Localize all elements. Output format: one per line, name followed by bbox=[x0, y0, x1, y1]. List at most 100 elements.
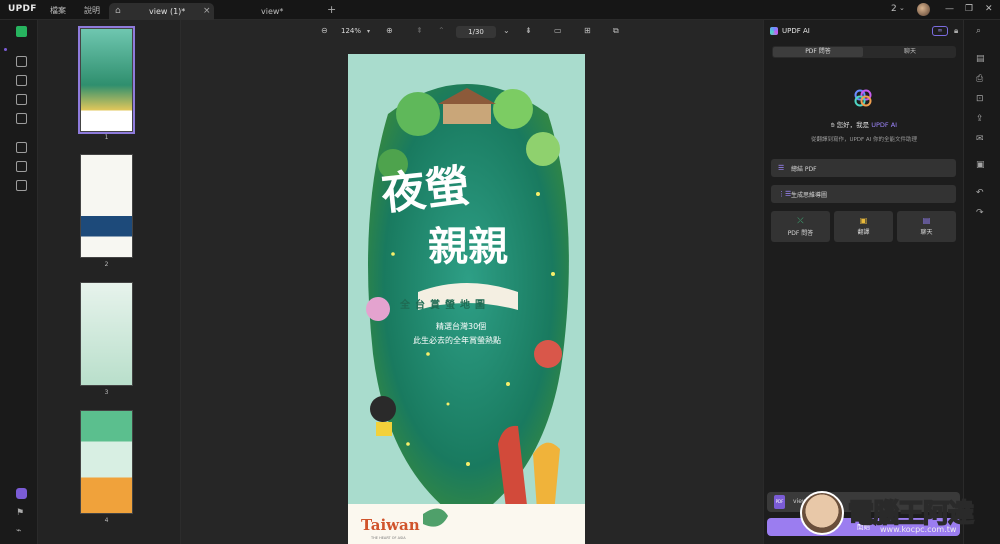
action-label: 生成思維導圖 bbox=[791, 192, 828, 199]
poster-subtitle-2: 此生必去的全年賞螢熱點 bbox=[413, 336, 501, 345]
tab-view-1[interactable]: ⌂ view (1)* × bbox=[109, 3, 214, 20]
poster-subtitle-1: 精選台灣30個 bbox=[436, 322, 487, 331]
comment-icon[interactable] bbox=[16, 56, 27, 67]
edit-icon[interactable] bbox=[16, 75, 27, 86]
tab-chat[interactable]: 聊天 bbox=[865, 47, 955, 57]
bookmark-icon[interactable]: ⚑ bbox=[16, 508, 24, 518]
tab-label: view (1)* bbox=[149, 7, 186, 16]
ai-greeting: ✋︎ 您好，我是 UPDF AI bbox=[764, 119, 964, 130]
title-bar: UPDF 檔案 說明 ⌂ view (1)* × view* + 2 ⌄ — ❐… bbox=[0, 0, 1000, 20]
updf-ai-logo-icon bbox=[770, 27, 778, 35]
poster-title-line-1: 夜螢 bbox=[379, 160, 472, 221]
watermark: 電腦王阿達 www.kocpc.com.tw bbox=[800, 487, 1000, 544]
left-tool-rail: ⚑ ⌁ bbox=[0, 20, 38, 544]
close-tab-icon[interactable]: × bbox=[203, 6, 211, 16]
ai-subtitle: 從翻譯到寫作，UPDF AI 你的全能文件助理 bbox=[810, 137, 918, 143]
greeting-name: UPDF AI bbox=[871, 121, 898, 129]
tab-view-2[interactable]: view* bbox=[218, 3, 323, 20]
document-viewer: ⊖ 124% ▾ ⊕ ⇞ ⌃ 1 / 30 ⌄ ⇟ ▭ ⊞ ⧉ 夜螢 親親 全台… bbox=[181, 20, 763, 544]
poster-banner: 全台賞螢地圖 bbox=[400, 300, 490, 311]
chat-icon: ▤ bbox=[922, 216, 931, 225]
card-label: PDF 問答 bbox=[787, 230, 814, 237]
avatar[interactable] bbox=[917, 3, 930, 16]
save-icon[interactable]: ▣ bbox=[976, 160, 985, 170]
compare-icon[interactable]: ⧉ bbox=[613, 26, 619, 36]
convert-pdf-icon[interactable]: ⎙ bbox=[976, 74, 983, 84]
active-dot bbox=[4, 48, 7, 51]
view-toolbar: ⊖ 124% ▾ ⊕ ⇞ ⌃ 1 / 30 ⌄ ⇟ ▭ ⊞ ⧉ bbox=[181, 20, 763, 44]
page-indicator[interactable]: 1 / 30 bbox=[456, 26, 496, 38]
list-icon: ☰ bbox=[778, 164, 785, 172]
share-icon[interactable]: ⇪ bbox=[976, 114, 984, 124]
chat-card[interactable]: ▤ 聊天 bbox=[897, 211, 956, 242]
next-page-icon[interactable]: ⌄ bbox=[503, 26, 510, 35]
thumbnail-page-1[interactable] bbox=[78, 26, 135, 134]
translate-card[interactable]: ▣ 翻譯 bbox=[834, 211, 893, 242]
updf-ai-mark-icon bbox=[854, 89, 872, 107]
form-icon[interactable] bbox=[16, 113, 27, 124]
ai-mode-switch: PDF 問答 聊天 bbox=[772, 46, 956, 58]
ocr-icon[interactable]: ▤ bbox=[976, 54, 985, 64]
page-tools-icon[interactable] bbox=[16, 94, 27, 105]
tab-label: view* bbox=[261, 7, 284, 16]
home-icon[interactable]: ⌂ bbox=[115, 6, 121, 16]
organize-icon[interactable] bbox=[16, 180, 27, 191]
page-layout-icon[interactable]: ⊞ bbox=[584, 26, 591, 35]
app-logo: UPDF bbox=[8, 4, 37, 14]
new-tab-button[interactable]: + bbox=[327, 3, 336, 16]
pdf-qa-card[interactable]: ⤫ PDF 問答 bbox=[771, 211, 830, 242]
wave-icon: ✋︎ bbox=[830, 121, 835, 129]
thumbnail-page-2[interactable] bbox=[80, 154, 133, 258]
card-label: 聊天 bbox=[920, 229, 933, 236]
zoom-out-icon[interactable]: ⊖ bbox=[321, 26, 328, 35]
restore-icon[interactable]: ❐ bbox=[965, 4, 973, 14]
tab-pdf-qa[interactable]: PDF 問答 bbox=[773, 47, 863, 57]
first-page-icon[interactable]: ⇞ bbox=[416, 26, 423, 35]
watermark-avatar bbox=[800, 491, 844, 535]
ai-credits-button[interactable]: ∞ bbox=[932, 26, 948, 36]
poster-brand-tagline: THE HEART OF ASIA bbox=[371, 536, 406, 540]
pdf-page-1: 夜螢 親親 全台賞螢地圖 精選台灣30個 此生必去的全年賞螢熱點 Taiwan … bbox=[348, 54, 585, 544]
thumbnail-page-4[interactable] bbox=[80, 410, 133, 514]
zoom-in-icon[interactable]: ⊕ bbox=[386, 26, 393, 35]
presentation-icon[interactable]: ▭ bbox=[554, 26, 562, 35]
compress-icon[interactable]: ⊡ bbox=[976, 94, 984, 104]
chevron-down-icon[interactable]: ⌄ bbox=[899, 4, 905, 12]
undo-icon[interactable]: ↶ bbox=[976, 188, 984, 198]
thumbnail-number: 1 bbox=[104, 134, 109, 141]
pdf-file-icon: PDF bbox=[774, 495, 785, 509]
close-icon[interactable]: ✕ bbox=[985, 4, 993, 14]
page-total: 30 bbox=[474, 28, 484, 36]
ai-assistant-panel: UPDF AI ∞ 🔒︎ PDF 問答 聊天 ✋︎ 您好，我是 UPDF AI … bbox=[763, 20, 963, 544]
ai-panel-title: UPDF AI bbox=[782, 27, 810, 35]
greeting-prefix: 您好，我是 bbox=[836, 121, 870, 129]
menu-help[interactable]: 說明 bbox=[84, 5, 100, 16]
translate-icon: ▣ bbox=[859, 216, 868, 225]
action-label: 總結 PDF bbox=[791, 166, 817, 173]
convert-icon[interactable] bbox=[16, 161, 27, 172]
last-page-icon[interactable]: ⇟ bbox=[525, 26, 532, 35]
updf-window: UPDF 檔案 說明 ⌂ view (1)* × view* + 2 ⌄ — ❐… bbox=[0, 0, 1000, 544]
ai-icon[interactable] bbox=[16, 488, 27, 499]
minimize-icon[interactable]: — bbox=[945, 4, 954, 14]
reader-icon[interactable] bbox=[16, 26, 27, 37]
pdf-qa-icon: ⤫ bbox=[797, 216, 804, 225]
previous-page-icon[interactable]: ⌃ bbox=[438, 26, 445, 35]
watermark-url: www.kocpc.com.tw bbox=[880, 525, 957, 534]
thumbnail-pane: 1 2 3 4 bbox=[38, 20, 181, 544]
email-icon[interactable]: ✉ bbox=[976, 134, 984, 144]
thumbnail-page-3[interactable] bbox=[80, 282, 133, 386]
zoom-dropdown-icon[interactable]: ▾ bbox=[367, 28, 370, 35]
zoom-level[interactable]: 124% bbox=[341, 27, 361, 35]
search-icon[interactable]: ⌕ bbox=[976, 26, 981, 36]
summarize-pdf-button[interactable]: ☰ 總結 PDF bbox=[771, 159, 956, 177]
lock-icon[interactable]: 🔒︎ bbox=[954, 26, 958, 36]
page-count-badge[interactable]: 2 bbox=[891, 4, 897, 14]
protect-icon[interactable] bbox=[16, 142, 27, 153]
card-label: 翻譯 bbox=[857, 229, 870, 236]
thumbnail-number: 2 bbox=[104, 261, 109, 268]
mind-map-button[interactable]: ⋮☰ 生成思維導圖 bbox=[771, 185, 956, 203]
redo-icon[interactable]: ↷ bbox=[976, 208, 984, 218]
menu-file[interactable]: 檔案 bbox=[50, 5, 66, 16]
attachment-icon[interactable]: ⌁ bbox=[16, 526, 21, 536]
